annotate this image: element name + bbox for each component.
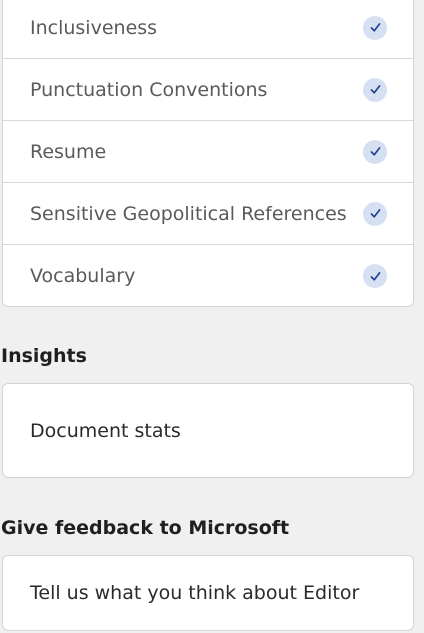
insights-heading: Insights <box>1 345 87 367</box>
refinement-label: Inclusiveness <box>30 16 158 39</box>
refinement-label: Sensitive Geopolitical References <box>30 202 347 225</box>
refinement-item-sensitive-geopolitical-references[interactable]: Sensitive Geopolitical References <box>3 183 413 245</box>
refinement-item-vocabulary[interactable]: Vocabulary <box>3 245 413 307</box>
checkmark-icon[interactable] <box>363 15 387 40</box>
checkmark-icon[interactable] <box>363 77 387 102</box>
checkmark-icon[interactable] <box>363 264 387 288</box>
refinement-item-resume[interactable]: Resume <box>3 121 413 183</box>
document-stats-button[interactable]: Document stats <box>2 383 414 478</box>
feedback-button[interactable]: Tell us what you think about Editor <box>2 555 414 631</box>
feedback-heading: Give feedback to Microsoft <box>1 517 290 539</box>
refinement-item-punctuation-conventions[interactable]: Punctuation Conventions <box>3 59 413 121</box>
refinement-item-inclusiveness[interactable]: Inclusiveness <box>3 0 413 59</box>
refinement-label: Vocabulary <box>30 265 136 287</box>
refinement-label: Resume <box>30 140 107 163</box>
checkmark-icon[interactable] <box>363 139 387 164</box>
checkmark-icon[interactable] <box>363 201 387 226</box>
refinements-list: Inclusiveness Punctuation Conventions Re… <box>2 0 414 307</box>
document-stats-label: Document stats <box>30 419 181 442</box>
feedback-link-label: Tell us what you think about Editor <box>30 582 360 604</box>
refinement-label: Punctuation Conventions <box>30 78 268 101</box>
